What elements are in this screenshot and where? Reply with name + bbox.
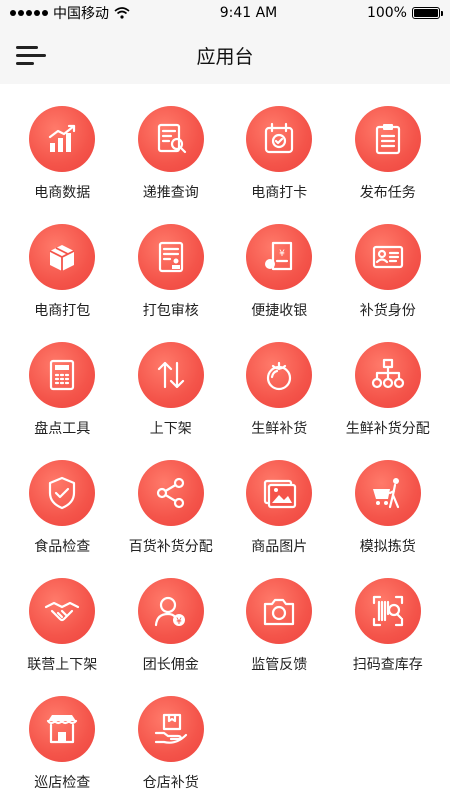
app-tile[interactable]: 补货身份 bbox=[334, 222, 443, 334]
carrier-label: 中国移动 bbox=[53, 6, 109, 22]
app-label: 电商数据 bbox=[34, 185, 91, 201]
app-tile[interactable]: 上下架 bbox=[117, 340, 226, 452]
status-right: 100% bbox=[366, 5, 443, 21]
app-grid: 电商数据 递推查询 电商打卡 发布任务电商打包 打包审核 ¥ 便捷收银 补货身份盘点工具 上下架… bbox=[0, 84, 450, 806]
app-label: 仓店补货 bbox=[142, 775, 199, 791]
svg-text:¥: ¥ bbox=[176, 617, 182, 627]
app-label: 打包审核 bbox=[142, 303, 199, 319]
app-label: 盘点工具 bbox=[34, 421, 91, 437]
barcode-scan-icon bbox=[354, 578, 421, 644]
app-label: 联营上下架 bbox=[27, 657, 98, 673]
app-tile[interactable]: 打包审核 bbox=[117, 222, 226, 334]
app-label: 补货身份 bbox=[359, 303, 416, 319]
app-label: 监管反馈 bbox=[251, 657, 308, 673]
status-time: 9:41 AM bbox=[219, 5, 278, 21]
app-tile[interactable]: ¥ 团长佣金 bbox=[117, 576, 226, 688]
app-tile[interactable]: 食品检查 bbox=[8, 458, 117, 570]
user-money-icon: ¥ bbox=[137, 578, 204, 644]
hand-box-icon bbox=[137, 696, 204, 762]
svg-text:¥: ¥ bbox=[279, 249, 285, 259]
document-search-icon bbox=[137, 106, 204, 172]
app-tile[interactable]: 电商数据 bbox=[8, 104, 117, 216]
app-tile[interactable]: 生鲜补货分配 bbox=[334, 340, 443, 452]
battery-icon bbox=[411, 7, 443, 19]
app-label: 生鲜补货 bbox=[251, 421, 308, 437]
app-label: 便捷收银 bbox=[251, 303, 308, 319]
calendar-check-icon bbox=[246, 106, 313, 172]
app-label: 巡店检查 bbox=[34, 775, 91, 791]
app-tile[interactable]: 电商打包 bbox=[8, 222, 117, 334]
store-icon bbox=[29, 696, 96, 762]
app-label: 团长佣金 bbox=[142, 657, 199, 673]
app-label: 发布任务 bbox=[359, 185, 416, 201]
app-tile[interactable]: 模拟拣货 bbox=[334, 458, 443, 570]
app-label: 食品检查 bbox=[34, 539, 91, 555]
tomato-icon bbox=[246, 342, 313, 408]
cashier-icon: ¥ bbox=[246, 224, 313, 290]
app-label: 递推查询 bbox=[142, 185, 199, 201]
app-tile[interactable]: ¥ 便捷收银 bbox=[225, 222, 334, 334]
app-tile[interactable]: 百货补货分配 bbox=[117, 458, 226, 570]
app-tile[interactable]: 发布任务 bbox=[334, 104, 443, 216]
calculator-icon bbox=[29, 342, 96, 408]
share-icon bbox=[137, 460, 204, 526]
app-tile[interactable]: 盘点工具 bbox=[8, 340, 117, 452]
app-label: 模拟拣货 bbox=[359, 539, 416, 555]
app-label: 上下架 bbox=[149, 421, 192, 437]
page-title: 应用台 bbox=[196, 45, 254, 68]
camera-icon bbox=[246, 578, 313, 644]
app-tile[interactable]: 商品图片 bbox=[225, 458, 334, 570]
app-label: 生鲜补货分配 bbox=[345, 421, 430, 437]
hierarchy-icon bbox=[354, 342, 421, 408]
handshake-icon bbox=[29, 578, 96, 644]
signal-icon bbox=[10, 10, 48, 16]
clipboard-icon bbox=[354, 106, 421, 172]
chart-icon bbox=[29, 106, 96, 172]
wifi-icon bbox=[114, 7, 130, 19]
battery-percent: 100% bbox=[366, 5, 407, 21]
app-tile[interactable]: 仓店补货 bbox=[117, 694, 226, 806]
app-tile[interactable]: 巡店检查 bbox=[8, 694, 117, 806]
app-label: 电商打卡 bbox=[251, 185, 308, 201]
status-bar: 中国移动 9:41 AM 100% bbox=[0, 0, 450, 26]
image-icon bbox=[246, 460, 313, 526]
app-label: 百货补货分配 bbox=[128, 539, 213, 555]
shield-check-icon bbox=[29, 460, 96, 526]
menu-icon[interactable] bbox=[16, 46, 46, 66]
package-icon bbox=[29, 224, 96, 290]
up-down-arrows-icon bbox=[137, 342, 204, 408]
app-tile[interactable]: 监管反馈 bbox=[225, 576, 334, 688]
app-tile[interactable]: 联营上下架 bbox=[8, 576, 117, 688]
review-document-icon bbox=[137, 224, 204, 290]
app-tile[interactable]: 递推查询 bbox=[117, 104, 226, 216]
app-tile[interactable]: 生鲜补货 bbox=[225, 340, 334, 452]
id-card-icon bbox=[354, 224, 421, 290]
app-tile[interactable]: 扫码查库存 bbox=[334, 576, 443, 688]
app-label: 商品图片 bbox=[251, 539, 308, 555]
shopping-cart-person-icon bbox=[354, 460, 421, 526]
status-left: 中国移动 bbox=[10, 3, 130, 23]
app-tile[interactable]: 电商打卡 bbox=[225, 104, 334, 216]
app-label: 扫码查库存 bbox=[352, 657, 423, 673]
app-label: 电商打包 bbox=[34, 303, 91, 319]
nav-bar: 应用台 bbox=[0, 26, 450, 84]
